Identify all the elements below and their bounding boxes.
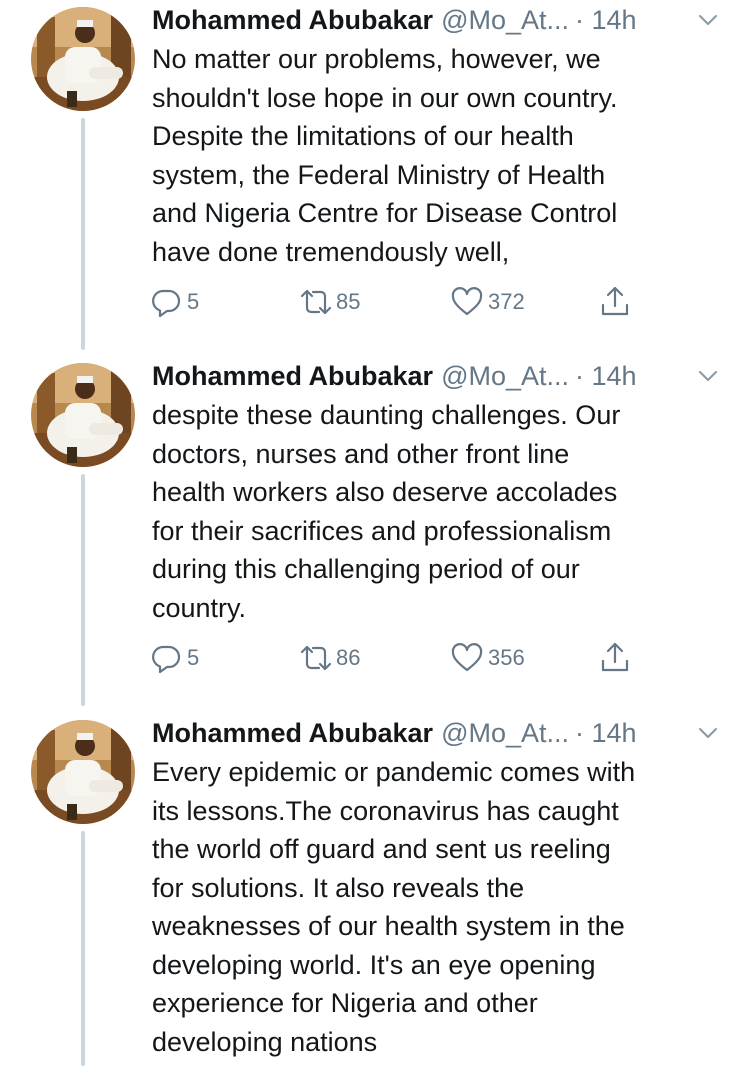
tweet-header: Mohammed Abubakar @Mo_At... · 14h — [152, 0, 637, 40]
author-name[interactable]: Mohammed Abubakar — [152, 356, 433, 396]
tweet-actions: 5 86 356 — [150, 638, 710, 678]
thread-line — [81, 831, 85, 1066]
share-icon — [598, 285, 632, 319]
chevron-down-icon[interactable] — [694, 362, 722, 390]
avatar[interactable] — [31, 363, 135, 467]
retweet-count: 85 — [336, 289, 361, 314]
reply-count: 5 — [187, 289, 200, 314]
chevron-down-icon[interactable] — [694, 719, 722, 747]
retweet-icon — [298, 286, 334, 318]
author-name[interactable]: Mohammed Abubakar — [152, 713, 433, 753]
share-button[interactable] — [598, 282, 632, 322]
thread-line — [81, 118, 85, 350]
retweet-button[interactable]: 85 — [298, 282, 360, 322]
like-button[interactable]: 356 — [450, 638, 525, 678]
thread-line — [81, 474, 85, 706]
author-handle[interactable]: @Mo_At... — [441, 0, 569, 40]
reply-count: 5 — [187, 645, 200, 670]
retweet-icon — [298, 642, 334, 674]
avatar[interactable] — [31, 7, 135, 111]
reply-icon — [150, 286, 182, 318]
avatar[interactable] — [31, 720, 135, 824]
author-handle[interactable]: @Mo_At... — [441, 713, 569, 753]
tweet-time: · 14h — [575, 361, 637, 391]
tweet-time: · 14h — [575, 718, 637, 748]
reply-button[interactable]: 5 — [150, 282, 199, 322]
author-handle[interactable]: @Mo_At... — [441, 356, 569, 396]
like-count: 356 — [488, 645, 525, 670]
author-name[interactable]: Mohammed Abubakar — [152, 0, 433, 40]
tweet-text: Every epidemic or pandemic comes with it… — [152, 757, 636, 1057]
retweet-button[interactable]: 86 — [298, 638, 360, 678]
like-icon — [450, 286, 484, 318]
reply-button[interactable]: 5 — [150, 638, 199, 678]
tweet-actions: 5 85 372 — [150, 282, 710, 322]
tweet-thread: Mohammed Abubakar @Mo_At... · 14h No mat… — [0, 0, 750, 1066]
chevron-down-icon[interactable] — [694, 6, 722, 34]
tweet-time: · 14h — [575, 5, 637, 35]
reply-icon — [150, 642, 182, 674]
like-count: 372 — [488, 289, 525, 314]
like-icon — [450, 642, 484, 674]
share-button[interactable] — [598, 638, 632, 678]
tweet-header: Mohammed Abubakar @Mo_At... · 14h — [152, 356, 637, 396]
tweet-header: Mohammed Abubakar @Mo_At... · 14h — [152, 713, 637, 753]
share-icon — [598, 641, 632, 675]
retweet-count: 86 — [336, 645, 361, 670]
tweet-text: despite these daunting challenges. Our d… — [152, 400, 621, 623]
like-button[interactable]: 372 — [450, 282, 525, 322]
tweet-text: No matter our problems, however, we shou… — [152, 44, 618, 267]
